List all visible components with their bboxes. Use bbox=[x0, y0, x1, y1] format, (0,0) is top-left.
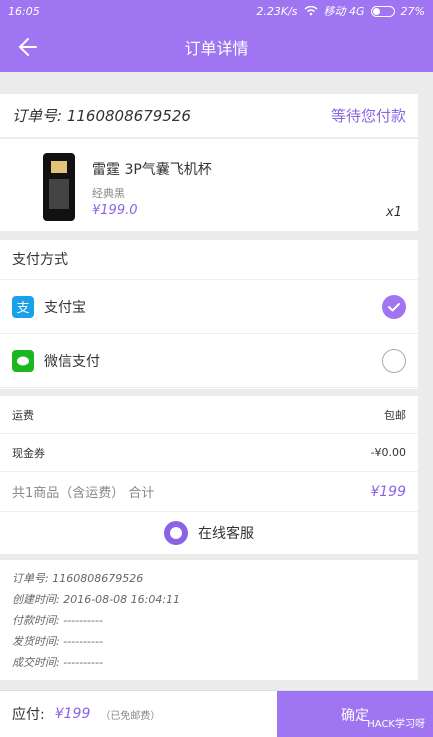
total-row: 共1商品（含运费） 合计 ¥199 bbox=[0, 472, 418, 512]
alipay-icon: 支 bbox=[12, 295, 34, 318]
status-right: 2.23K/s 移动 4G 27% bbox=[256, 3, 425, 19]
carrier-label: 移动 4G bbox=[323, 5, 365, 18]
confirm-button[interactable]: 确定 HACK学习呀 bbox=[277, 691, 433, 737]
freight-label: 运费 bbox=[12, 408, 34, 422]
freight-value: 包邮 bbox=[384, 408, 406, 422]
product-title: 雷霆 3P气囊飞机杯 bbox=[92, 162, 212, 178]
payable-amount: ¥199 bbox=[54, 706, 91, 722]
order-status: 等待您付款 bbox=[330, 107, 406, 125]
payment-option-wechat[interactable]: 微信支付 bbox=[0, 334, 418, 388]
wechat-pay-icon bbox=[12, 349, 34, 372]
status-time: 16:05 bbox=[8, 4, 40, 18]
time-line: 成交时间: ---------- bbox=[12, 656, 103, 669]
order-times: 订单号: 1160808679526 创建时间: 2016-08-08 16:0… bbox=[0, 560, 418, 680]
product-spec: 经典黑 bbox=[92, 187, 125, 200]
alipay-label: 支付宝 bbox=[44, 299, 86, 316]
product-price: ¥199.0 bbox=[92, 203, 138, 218]
order-header: 订单号: 1160808679526 等待您付款 bbox=[0, 94, 418, 138]
coupon-row: 现金券 -¥0.00 bbox=[0, 434, 418, 472]
wechat-pay-label: 微信支付 bbox=[44, 353, 100, 370]
time-line: 创建时间: 2016-08-08 16:04:11 bbox=[12, 593, 181, 606]
page-title: 订单详情 bbox=[184, 39, 249, 58]
customer-service-label: 在线客服 bbox=[198, 526, 254, 542]
nav-bar: 订单详情 bbox=[0, 22, 433, 72]
time-line: 付款时间: ---------- bbox=[12, 614, 103, 627]
selected-check-icon[interactable] bbox=[382, 294, 406, 319]
total-label: 共1商品（含运费） 合计 bbox=[12, 486, 155, 501]
freight-row: 运费 包邮 bbox=[0, 396, 418, 434]
status-bar: 16:05 2.23K/s 移动 4G 27% bbox=[0, 0, 433, 22]
svg-text:支: 支 bbox=[16, 301, 29, 316]
summary-section: 运费 包邮 现金券 -¥0.00 共1商品（含运费） 合计 ¥199 在线客服 bbox=[0, 396, 418, 554]
order-number: 订单号: 1160808679526 bbox=[12, 107, 191, 125]
shipping-note: （已免邮费） bbox=[100, 710, 161, 722]
battery-percent: 27% bbox=[400, 4, 425, 18]
payment-title: 支付方式 bbox=[0, 240, 418, 280]
product-quantity: x1 bbox=[386, 205, 402, 220]
back-arrow-icon[interactable] bbox=[12, 34, 38, 60]
confirm-label: 确定 bbox=[341, 707, 369, 724]
total-value: ¥199 bbox=[370, 483, 406, 500]
unselected-radio-icon[interactable] bbox=[382, 348, 406, 373]
product-image bbox=[43, 153, 75, 221]
coupon-label: 现金券 bbox=[12, 446, 45, 460]
bottom-bar: 应付: ¥199 （已免邮费） 确定 HACK学习呀 bbox=[0, 690, 433, 737]
product-card[interactable]: 雷霆 3P气囊飞机杯 经典黑 ¥199.0 x1 bbox=[0, 139, 418, 231]
wifi-icon bbox=[304, 6, 317, 16]
coupon-value: -¥0.00 bbox=[370, 446, 406, 459]
customer-service-icon bbox=[164, 521, 188, 545]
payable-label: 应付: bbox=[12, 707, 45, 723]
time-line: 订单号: 1160808679526 bbox=[12, 572, 144, 585]
customer-service-button[interactable]: 在线客服 bbox=[0, 512, 418, 554]
payment-option-alipay[interactable]: 支 支付宝 bbox=[0, 280, 418, 334]
battery-icon bbox=[370, 5, 395, 17]
network-speed: 2.23K/s bbox=[256, 4, 298, 18]
watermark: HACK学习呀 bbox=[367, 719, 425, 730]
time-line: 发货时间: ---------- bbox=[12, 635, 103, 648]
payment-section: 支付方式 支 支付宝 微信支付 bbox=[0, 240, 418, 389]
